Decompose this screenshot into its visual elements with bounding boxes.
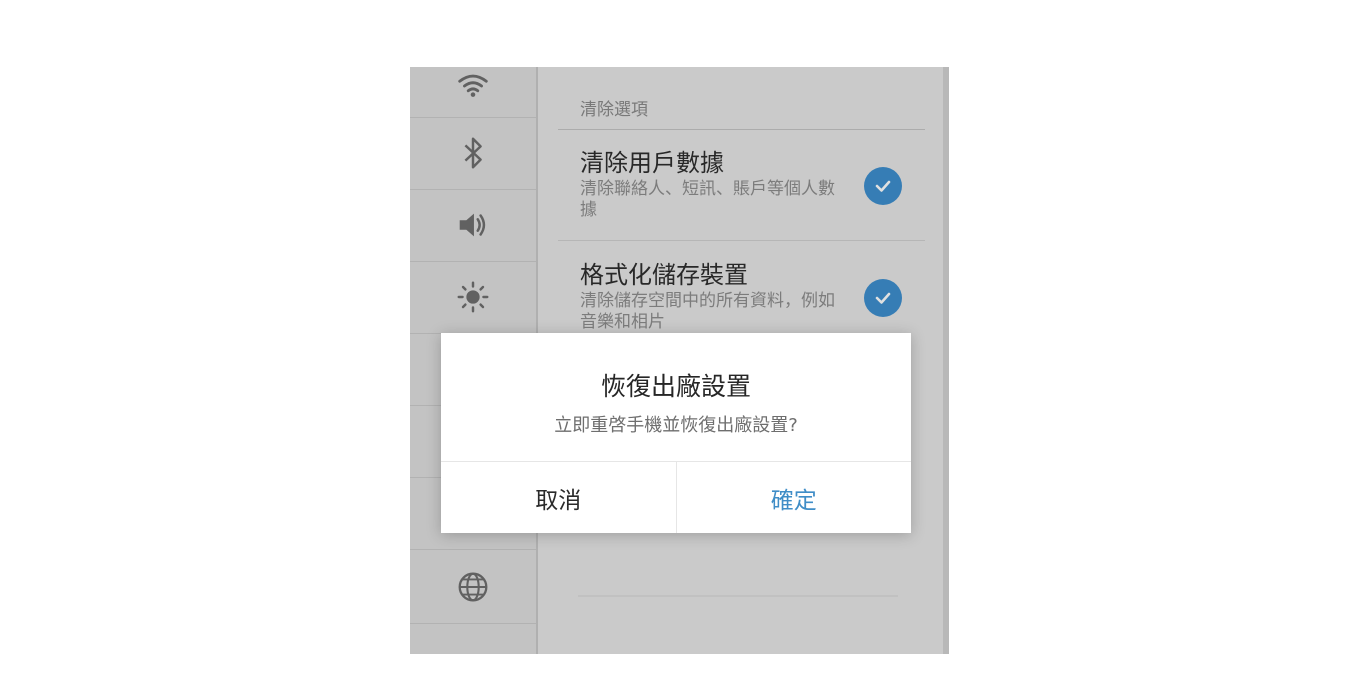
dialog-button-bar: 取消 確定 [441,461,911,533]
option-title: 格式化儲存裝置 [580,261,748,289]
option-description: 清除儲存空間中的所有資料，例如音樂和相片 [580,291,835,332]
sidebar-item-apps[interactable] [410,623,536,654]
volume-icon [459,213,486,237]
brightness-icon [457,281,489,313]
sidebar-item-language[interactable] [410,551,536,624]
dialog-title: 恢復出廠設置 [600,372,751,401]
option-description: 清除聯絡人、短訊、賬戶等個人數據 [580,179,835,220]
option-clear-user-data[interactable]: 清除用戶數據 清除聯絡人、短訊、賬戶等個人數據 [558,137,925,239]
globe-icon [458,572,488,602]
check-icon [875,180,891,192]
section-divider [558,129,925,130]
faint-divider [578,595,898,597]
sidebar-item-wifi[interactable] [410,67,536,118]
confirm-button[interactable]: 確定 [677,462,912,533]
section-title: 清除選項 [580,100,648,120]
sidebar-item-bluetooth[interactable] [410,117,536,190]
bluetooth-icon [464,137,482,169]
check-icon [875,292,891,304]
checkbox-format-storage[interactable] [864,279,902,317]
checkbox-clear-user-data[interactable] [864,167,902,205]
factory-reset-dialog: 恢復出廠設置 立即重啓手機並恢復出廠設置? 取消 確定 [441,333,911,533]
option-title: 清除用戶數據 [580,149,724,177]
row-divider [558,240,925,241]
option-format-storage[interactable]: 格式化儲存裝置 清除儲存空間中的所有資料，例如音樂和相片 [558,247,925,337]
dialog-message: 立即重啓手機並恢復出廠設置? [554,415,798,436]
wifi-icon [458,74,488,97]
sidebar-item-display[interactable] [410,261,536,334]
scroll-edge [943,67,949,654]
sidebar-item-sound[interactable] [410,189,536,262]
cancel-button[interactable]: 取消 [441,462,677,533]
